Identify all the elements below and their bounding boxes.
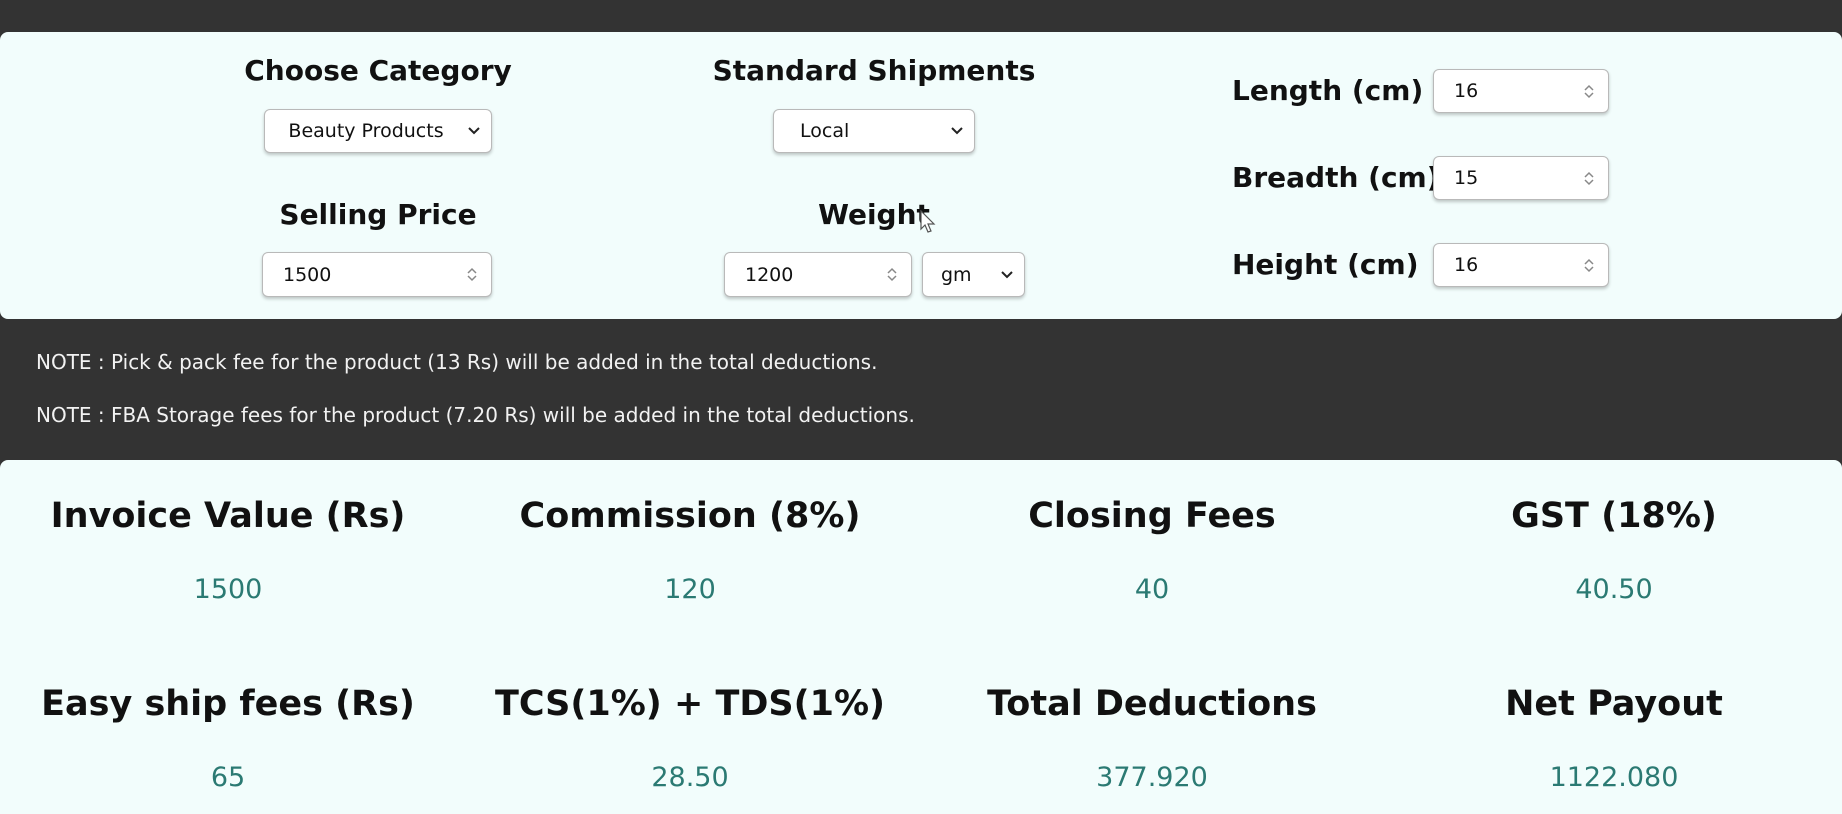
easy-ship-fees-value: 65 [210,762,246,793]
length-input[interactable]: 16 [1433,69,1609,113]
gst-value: 40.50 [1575,574,1653,605]
chevron-down-icon [996,270,1018,279]
commission-value: 120 [664,574,716,605]
length-value: 16 [1454,80,1479,102]
weight-unit-value: gm [941,263,972,286]
chevron-down-icon [463,127,485,135]
chevron-down-icon [946,127,968,135]
weight-input[interactable]: 1200 [724,252,912,297]
breadth-value: 15 [1454,167,1479,189]
weight-value: 1200 [745,263,794,286]
closing-fees-value: 40 [1134,574,1170,605]
spinner-icon[interactable] [883,263,901,287]
storage-fee-note: NOTE : FBA Storage fees for the product … [36,403,915,427]
category-label: Choose Category [244,54,512,87]
calculator-page: Choose Category Beauty Products Standard… [0,0,1842,814]
input-panel: Choose Category Beauty Products Standard… [0,32,1842,319]
mouse-cursor-icon [920,209,936,238]
breadth-label: Breadth (cm) [1232,161,1440,194]
shipment-label: Standard Shipments [712,54,1036,87]
easy-ship-fees-label: Easy ship fees (Rs) [41,684,415,724]
spinner-icon[interactable] [1580,79,1598,103]
height-value: 16 [1454,254,1479,276]
spinner-icon[interactable] [1580,166,1598,190]
total-deductions-value: 377.920 [1096,762,1208,793]
total-deductions-label: Total Deductions [987,684,1317,724]
tcs-tds-label: TCS(1%) + TDS(1%) [494,684,886,724]
category-select[interactable]: Beauty Products [264,109,492,153]
closing-fees-label: Closing Fees [1028,496,1276,536]
weight-unit-select[interactable]: gm [922,252,1025,297]
spinner-icon[interactable] [1580,253,1598,277]
invoice-value: 1500 [193,574,263,605]
selling-price-label: Selling Price [279,198,477,231]
net-payout-label: Net Payout [1505,684,1723,724]
gst-label: GST (18%) [1511,496,1717,536]
shipment-select-value: Local [800,120,850,142]
weight-label: Weight [818,198,930,231]
tcs-tds-value: 28.50 [651,762,729,793]
results-panel: Invoice Value (Rs) 1500 Commission (8%) … [0,460,1842,814]
category-select-value: Beauty Products [288,120,444,142]
selling-price-value: 1500 [283,263,332,286]
net-payout-value: 1122.080 [1549,762,1679,793]
commission-label: Commission (8%) [519,496,861,536]
length-label: Length (cm) [1232,74,1424,107]
pick-pack-note: NOTE : Pick & pack fee for the product (… [36,350,878,374]
invoice-value-label: Invoice Value (Rs) [50,496,406,536]
selling-price-input[interactable]: 1500 [262,252,492,297]
spinner-icon[interactable] [463,263,481,287]
breadth-input[interactable]: 15 [1433,156,1609,200]
height-label: Height (cm) [1232,248,1419,281]
shipment-select[interactable]: Local [773,109,975,153]
height-input[interactable]: 16 [1433,243,1609,287]
